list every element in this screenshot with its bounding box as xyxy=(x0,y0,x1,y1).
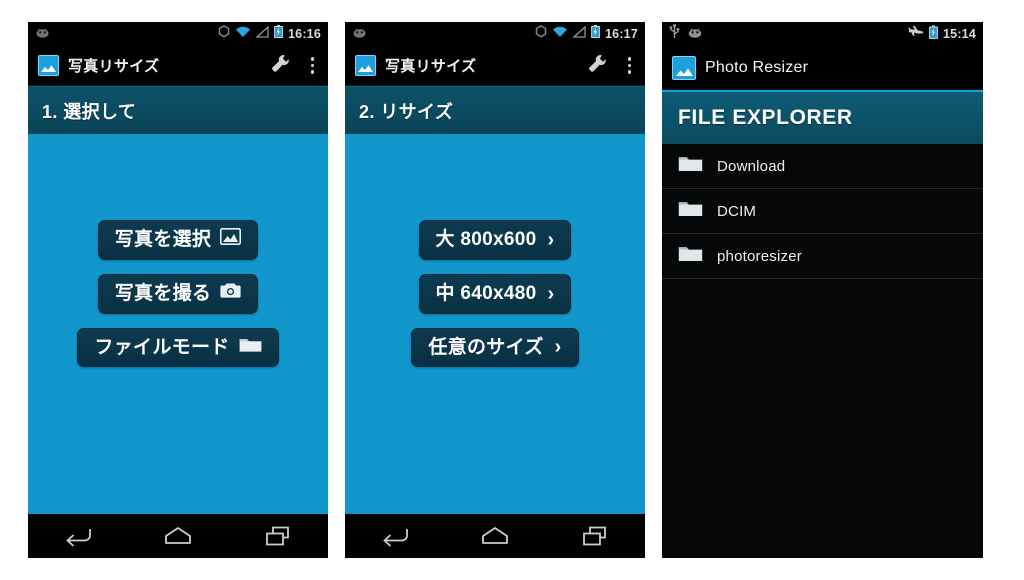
battery-icon xyxy=(929,24,938,44)
recents-icon[interactable] xyxy=(247,516,309,556)
list-item[interactable]: photoresizer xyxy=(662,234,983,279)
file-explorer-title: FILE EXPLORER xyxy=(678,106,853,129)
image-icon xyxy=(220,228,242,251)
photo-resizer-app-icon xyxy=(672,55,696,80)
status-bar-time: 16:16 xyxy=(288,26,321,41)
status-bar: 16:16 xyxy=(28,22,328,46)
wifi-icon xyxy=(235,25,251,43)
android-robot-icon xyxy=(35,25,50,43)
navigation-bar xyxy=(28,514,328,558)
overflow-menu-icon[interactable] xyxy=(307,55,319,76)
signal-icon xyxy=(255,25,269,43)
section-title: 1. 選択して xyxy=(42,101,137,122)
list-item[interactable]: DCIM xyxy=(662,189,983,234)
camera-icon xyxy=(220,282,241,305)
photo-resizer-app-icon xyxy=(355,55,376,76)
section-header-step2: 2. リサイズ xyxy=(345,86,645,134)
size-large-button[interactable]: 大 800x600 › xyxy=(418,220,572,260)
file-explorer-header: FILE EXPLORER xyxy=(662,90,983,144)
sync-icon xyxy=(535,25,547,43)
app-title: 写真リサイズ xyxy=(385,58,477,75)
chevron-right-icon: › xyxy=(554,336,562,359)
take-photo-label: 写真を撮る xyxy=(114,282,212,304)
file-list-empty-space xyxy=(662,279,983,558)
home-icon[interactable] xyxy=(464,516,526,556)
folder-icon xyxy=(678,154,703,178)
folder-icon xyxy=(239,336,262,359)
chevron-right-icon: › xyxy=(547,228,555,251)
chevron-right-icon: › xyxy=(547,282,555,305)
size-custom-label: 任意のサイズ xyxy=(428,336,544,358)
select-photo-label: 写真を選択 xyxy=(114,229,212,250)
action-bar: 写真リサイズ xyxy=(28,46,328,86)
size-custom-button[interactable]: 任意のサイズ › xyxy=(411,327,579,368)
folder-icon xyxy=(678,199,703,223)
list-item[interactable]: Download xyxy=(662,144,983,189)
file-list: Download DCIM photoresizer xyxy=(662,144,983,558)
back-icon[interactable] xyxy=(364,516,426,556)
usb-icon xyxy=(669,24,680,44)
select-photo-button[interactable]: 写真を選択 xyxy=(97,220,259,260)
panel-body-resize: 大 800x600 › 中 640x480 › 任意のサイズ › xyxy=(345,134,645,514)
navigation-bar xyxy=(345,514,645,558)
battery-icon xyxy=(274,25,283,43)
wrench-icon[interactable] xyxy=(270,53,291,79)
status-bar: 15:14 xyxy=(662,22,983,46)
wifi-icon xyxy=(552,25,568,43)
battery-icon xyxy=(591,25,600,43)
back-icon[interactable] xyxy=(47,516,109,556)
app-title: Photo Resizer xyxy=(705,58,809,76)
section-title: 2. リサイズ xyxy=(359,101,454,122)
take-photo-button[interactable]: 写真を撮る xyxy=(97,273,259,314)
recents-icon[interactable] xyxy=(564,516,626,556)
status-bar-time: 16:17 xyxy=(605,26,638,41)
action-bar: 写真リサイズ xyxy=(345,46,645,86)
status-bar: 16:17 xyxy=(345,22,645,46)
file-name: Download xyxy=(717,157,786,175)
file-mode-button[interactable]: ファイルモード xyxy=(77,327,279,368)
file-name: photoresizer xyxy=(717,247,802,265)
airplane-mode-icon xyxy=(908,25,924,44)
overflow-menu-icon[interactable] xyxy=(624,55,636,76)
phone-screen-resize: 16:17 写真リサイズ 2. リサイズ 大 800x600 › 中 640x4… xyxy=(345,22,645,558)
size-medium-button[interactable]: 中 640x480 › xyxy=(418,273,572,314)
file-mode-label: ファイルモード xyxy=(94,336,230,358)
wrench-icon[interactable] xyxy=(587,53,608,79)
size-large-label: 大 800x600 xyxy=(435,229,537,250)
android-robot-icon xyxy=(687,25,703,43)
panel-body-select: 写真を選択 写真を撮る ファイルモード xyxy=(28,134,328,514)
photo-resizer-app-icon xyxy=(38,55,59,76)
status-bar-time: 15:14 xyxy=(943,26,976,41)
sync-icon xyxy=(218,25,230,43)
home-icon[interactable] xyxy=(147,516,209,556)
app-title: 写真リサイズ xyxy=(68,58,160,75)
android-robot-icon xyxy=(352,25,367,43)
folder-icon xyxy=(678,244,703,268)
section-header-step1: 1. 選択して xyxy=(28,86,328,134)
screenshot-stage: 16:16 写真リサイズ 1. 選択して 写真を選択 写真を撮る ファイルモード… xyxy=(0,0,1024,580)
signal-icon xyxy=(572,25,586,43)
size-medium-label: 中 640x480 xyxy=(435,282,537,304)
action-bar: Photo Resizer xyxy=(662,46,983,90)
phone-screen-select-photo: 16:16 写真リサイズ 1. 選択して 写真を選択 写真を撮る ファイルモード xyxy=(28,22,328,558)
phone-screen-file-explorer: 15:14 Photo Resizer FILE EXPLORER Downlo… xyxy=(662,22,983,558)
file-name: DCIM xyxy=(717,202,757,220)
